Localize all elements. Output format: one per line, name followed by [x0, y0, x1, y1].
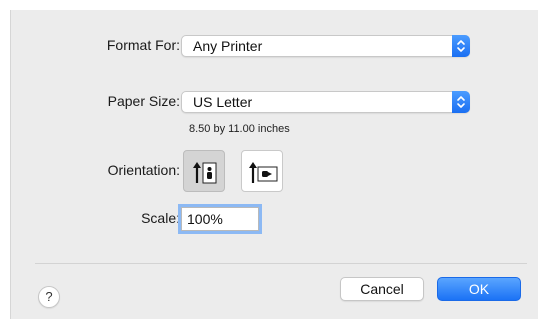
format-for-value: Any Printer	[193, 38, 263, 54]
portrait-orientation-icon	[193, 162, 217, 184]
orientation-label: Orientation:	[107, 162, 180, 178]
portrait-orientation-button[interactable]	[183, 150, 225, 192]
stepper-arrows-icon	[452, 91, 470, 113]
format-for-popup[interactable]: Any Printer	[181, 35, 470, 57]
ok-button[interactable]: OK	[437, 277, 521, 301]
scale-input[interactable]	[181, 207, 259, 231]
format-for-label: Format For:	[106, 37, 180, 53]
landscape-orientation-icon	[249, 162, 278, 183]
paper-size-label: Paper Size:	[107, 93, 180, 109]
paper-size-popup[interactable]: US Letter	[181, 91, 470, 113]
cancel-button[interactable]: Cancel	[340, 277, 424, 301]
landscape-orientation-button[interactable]	[241, 150, 283, 192]
paper-dimensions: 8.50 by 11.00 inches	[189, 123, 290, 135]
stepper-arrows-icon	[452, 35, 470, 57]
help-button[interactable]: ?	[38, 286, 60, 308]
page-setup-dialog: Format For: Any Printer Paper Size: US L…	[10, 10, 538, 319]
paper-size-value: US Letter	[193, 94, 253, 110]
divider	[35, 263, 527, 264]
scale-label: Scale:	[141, 210, 180, 226]
